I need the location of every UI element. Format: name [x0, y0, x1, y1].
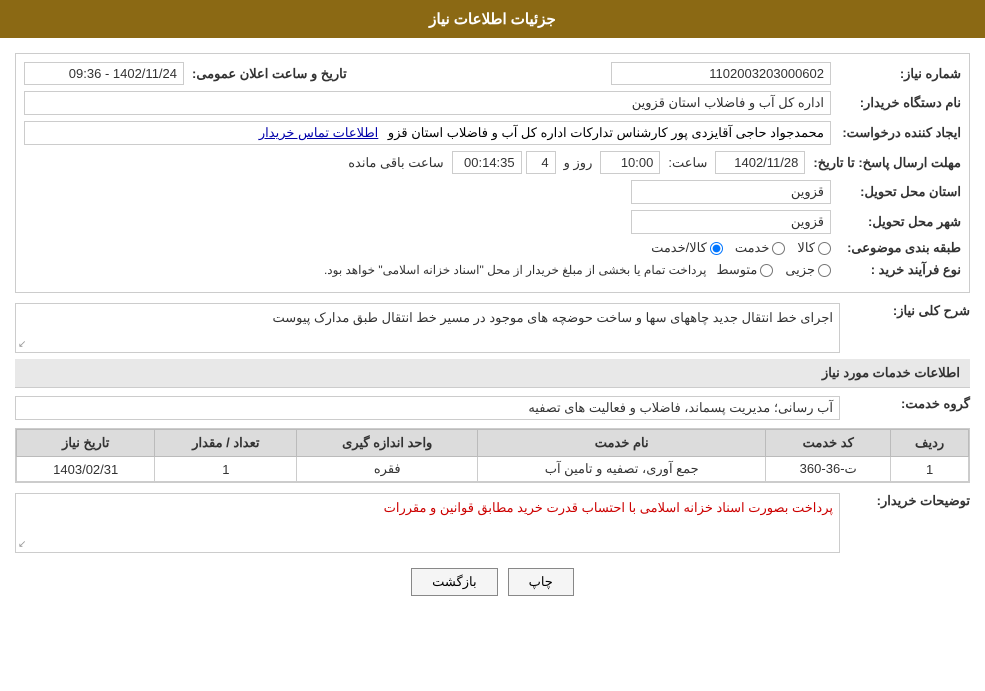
notes-resize-corner: ↙	[18, 539, 26, 550]
province-value: قزوین	[631, 180, 831, 204]
cell-unit: فقره	[297, 457, 478, 482]
send-date-value: 1402/11/28	[715, 151, 805, 174]
creator-text: محمدجواد حاجی آقایزدی پور کارشناس تدارکا…	[388, 125, 824, 140]
service-group-label: گروه خدمت:	[840, 396, 970, 412]
service-group-value: آب رسانی؛ مدیریت پسماند، فاضلاب و فعالیت…	[15, 396, 840, 420]
category-option-khedmat: خدمت	[735, 240, 786, 256]
buyer-org-value: اداره کل آب و فاضلاب استان قزوین	[24, 91, 831, 115]
category-option-kala: کالا	[797, 240, 831, 256]
province-row: استان محل تحویل: قزوین	[24, 180, 961, 204]
send-time-value: 10:00	[600, 151, 660, 174]
content-area: شماره نیاز: 1102003203000602 تاریخ و ساع…	[0, 38, 985, 621]
category-label: طبقه بندی موضوعی:	[831, 240, 961, 256]
col-row-num: ردیف	[891, 430, 969, 457]
purchase-type-label: نوع فرآیند خرید :	[831, 262, 961, 278]
col-quantity: تعداد / مقدار	[155, 430, 297, 457]
page-header: جزئیات اطلاعات نیاز	[0, 0, 985, 38]
description-value: اجرای خط انتقال جدید چاههای سها و ساخت ح…	[272, 310, 833, 325]
purchase-motavasset: متوسط	[716, 262, 773, 278]
category-label-khedmat: خدمت	[735, 240, 770, 256]
creator-value: محمدجواد حاجی آقایزدی پور کارشناس تدارکا…	[24, 121, 831, 145]
category-radio-khedmat[interactable]	[772, 242, 785, 255]
category-radio-kala[interactable]	[818, 242, 831, 255]
need-number-value: 1102003203000602	[611, 62, 831, 85]
category-label-both: کالا/خدمت	[651, 240, 707, 256]
purchase-type-radio-group: جزیی متوسط	[716, 262, 831, 278]
description-box: اجرای خط انتقال جدید چاههای سها و ساخت ح…	[15, 303, 840, 353]
send-deadline-label: مهلت ارسال پاسخ: تا تاریخ:	[805, 155, 961, 171]
services-table: ردیف کد خدمت نام خدمت واحد اندازه گیری ت…	[16, 429, 969, 482]
col-service-name: نام خدمت	[478, 430, 766, 457]
buyer-org-label: نام دستگاه خریدار:	[831, 95, 961, 111]
category-row: طبقه بندی موضوعی: کالا خدمت کالا/خدمت	[24, 240, 961, 256]
buyer-org-row: نام دستگاه خریدار: اداره کل آب و فاضلاب …	[24, 91, 961, 115]
service-info-title: اطلاعات خدمات مورد نیاز	[822, 365, 960, 380]
button-row: چاپ بازگشت	[15, 568, 970, 596]
purchase-label-jozi: جزیی	[785, 262, 815, 278]
send-deadline-row: مهلت ارسال پاسخ: تا تاریخ: 1402/11/28 سا…	[24, 151, 961, 174]
print-button[interactable]: چاپ	[508, 568, 574, 596]
need-number-row: شماره نیاز: 1102003203000602 تاریخ و ساع…	[24, 62, 961, 85]
creator-row: ایجاد کننده درخواست: محمدجواد حاجی آقایز…	[24, 121, 961, 145]
cell-service-code: ت-36-360	[766, 457, 891, 482]
send-remaining-label: ساعت باقی مانده	[344, 155, 447, 171]
announce-date-value: 1402/11/24 - 09:36	[24, 62, 184, 85]
buyer-notes-label: توضیحات خریدار:	[840, 493, 970, 509]
buyer-notes-box: پرداخت بصورت اسناد خزانه اسلامی با احتسا…	[15, 493, 840, 553]
description-section: شرح کلی نیاز: اجرای خط انتقال جدید چاهها…	[15, 303, 970, 353]
purchase-note: پرداخت تمام یا بخشی از مبلغ خریدار از مح…	[324, 263, 707, 277]
buyer-notes-value: پرداخت بصورت اسناد خزانه اسلامی با احتسا…	[384, 500, 833, 515]
city-label: شهر محل تحویل:	[831, 214, 961, 230]
cell-quantity: 1	[155, 457, 297, 482]
purchase-label-motavasset: متوسط	[716, 262, 757, 278]
table-header-row: ردیف کد خدمت نام خدمت واحد اندازه گیری ت…	[17, 430, 969, 457]
description-label: شرح کلی نیاز:	[840, 303, 970, 319]
col-unit: واحد اندازه گیری	[297, 430, 478, 457]
page-wrapper: جزئیات اطلاعات نیاز شماره نیاز: 11020032…	[0, 0, 985, 691]
purchase-type-row: نوع فرآیند خرید : جزیی متوسط پرداخت تمام…	[24, 262, 961, 278]
buyer-notes-row: توضیحات خریدار: پرداخت بصورت اسناد خزانه…	[15, 493, 970, 553]
cell-need-date: 1403/02/31	[17, 457, 155, 482]
category-radio-group: کالا خدمت کالا/خدمت	[651, 240, 831, 256]
cell-row-num: 1	[891, 457, 969, 482]
announce-date-label: تاریخ و ساعت اعلان عمومی:	[184, 66, 347, 82]
purchase-radio-motavasset[interactable]	[760, 264, 773, 277]
send-days-value: 4	[526, 151, 556, 174]
creator-label: ایجاد کننده درخواست:	[831, 125, 961, 141]
service-info-header: اطلاعات خدمات مورد نیاز	[15, 359, 970, 388]
purchase-jozi: جزیی	[785, 262, 831, 278]
resize-corner: ↙	[18, 339, 26, 350]
send-time-label: ساعت:	[664, 155, 711, 171]
page-title: جزئیات اطلاعات نیاز	[429, 11, 556, 28]
province-label: استان محل تحویل:	[831, 184, 961, 200]
creator-link[interactable]: اطلاعات تماس خریدار	[259, 125, 378, 140]
send-remaining-value: 00:14:35	[452, 151, 522, 174]
back-button[interactable]: بازگشت	[411, 568, 497, 596]
table-row: 1 ت-36-360 جمع آوری، تصفیه و تامین آب فق…	[17, 457, 969, 482]
city-value: قزوین	[631, 210, 831, 234]
city-row: شهر محل تحویل: قزوین	[24, 210, 961, 234]
category-label-kala: کالا	[797, 240, 815, 256]
purchase-radio-jozi[interactable]	[818, 264, 831, 277]
col-service-code: کد خدمت	[766, 430, 891, 457]
category-option-both: کالا/خدمت	[651, 240, 723, 256]
need-number-label: شماره نیاز:	[831, 66, 961, 82]
category-radio-both[interactable]	[710, 242, 723, 255]
cell-service-name: جمع آوری، تصفیه و تامین آب	[478, 457, 766, 482]
main-info-section: شماره نیاز: 1102003203000602 تاریخ و ساع…	[15, 53, 970, 293]
services-table-section: ردیف کد خدمت نام خدمت واحد اندازه گیری ت…	[15, 428, 970, 483]
send-days-label: روز و	[560, 155, 597, 171]
service-group-row: گروه خدمت: آب رسانی؛ مدیریت پسماند، فاضل…	[15, 396, 970, 420]
col-date: تاریخ نیاز	[17, 430, 155, 457]
date-group: 1402/11/28 ساعت: 10:00 روز و 4 00:14:35 …	[344, 151, 805, 174]
